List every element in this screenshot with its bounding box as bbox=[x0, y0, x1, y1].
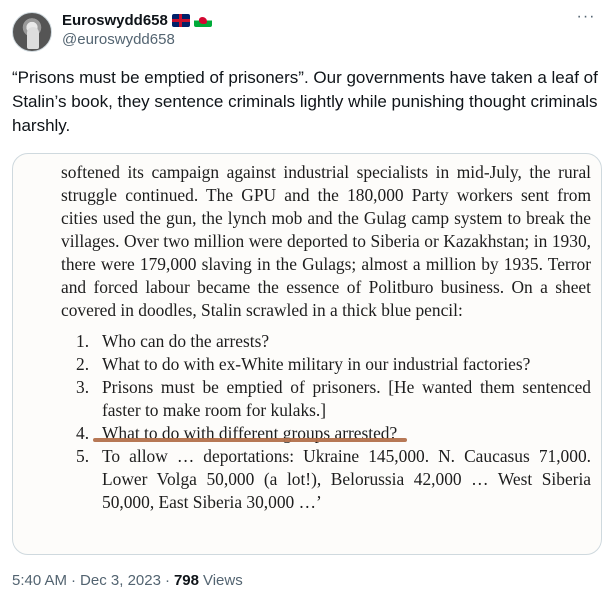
avatar[interactable] bbox=[12, 12, 52, 52]
list-item-number: 1. bbox=[76, 331, 90, 351]
list-item-number: 2. bbox=[76, 354, 90, 374]
list-item-number: 3. bbox=[76, 377, 90, 397]
display-name[interactable]: Euroswydd658 bbox=[62, 12, 168, 29]
list-item-text: Who can do the arrests? bbox=[102, 331, 270, 351]
name-row: Euroswydd658 bbox=[62, 10, 212, 30]
tweet-date[interactable]: Dec 3, 2023 bbox=[80, 572, 161, 589]
list-item-number: 5. bbox=[76, 446, 90, 466]
tweet-time[interactable]: 5:40 AM bbox=[12, 572, 67, 589]
list-item: 1. Who can do the arrests? bbox=[61, 330, 591, 353]
list-item-number: 4. bbox=[76, 423, 90, 443]
tweet-image[interactable]: softened its campaign against industrial… bbox=[12, 153, 602, 555]
highlight-underline bbox=[93, 438, 407, 442]
list-item-text: To allow … deportations: Ukraine 145,000… bbox=[102, 446, 591, 512]
tweet-meta: 5:40 AM · Dec 3, 2023 · 798 Views bbox=[12, 572, 243, 589]
uk-flag-icon bbox=[171, 13, 190, 27]
user-handle[interactable]: @euroswydd658 bbox=[62, 31, 175, 48]
list-item: 2. What to do with ex-White military in o… bbox=[61, 353, 591, 376]
book-page: softened its campaign against industrial… bbox=[61, 161, 591, 514]
list-item-text: Prisons must be emptied of prisoners. [H… bbox=[102, 377, 591, 420]
book-paragraph: softened its campaign against industrial… bbox=[61, 162, 591, 320]
views-count[interactable]: 798 bbox=[174, 572, 199, 589]
tweet-header: Euroswydd658 @euroswydd658 ··· bbox=[12, 9, 602, 54]
more-options-icon[interactable]: ··· bbox=[572, 9, 600, 30]
list-item: 5. To allow … deportations: Ukraine 145,0… bbox=[61, 445, 591, 514]
list-item-text: What to do with ex-White military in our… bbox=[102, 354, 531, 374]
tweet-text: “Prisons must be emptied of prisoners”. … bbox=[12, 68, 598, 135]
wales-flag-icon bbox=[193, 13, 212, 27]
avatar-figure bbox=[27, 27, 39, 49]
book-list: 1. Who can do the arrests? 2. What to do w… bbox=[61, 330, 591, 514]
meta-separator: · bbox=[71, 572, 77, 589]
list-item: 3. Prisons must be emptied of prisoners. … bbox=[61, 376, 591, 422]
views-label: Views bbox=[202, 572, 243, 589]
meta-separator: · bbox=[164, 572, 170, 589]
